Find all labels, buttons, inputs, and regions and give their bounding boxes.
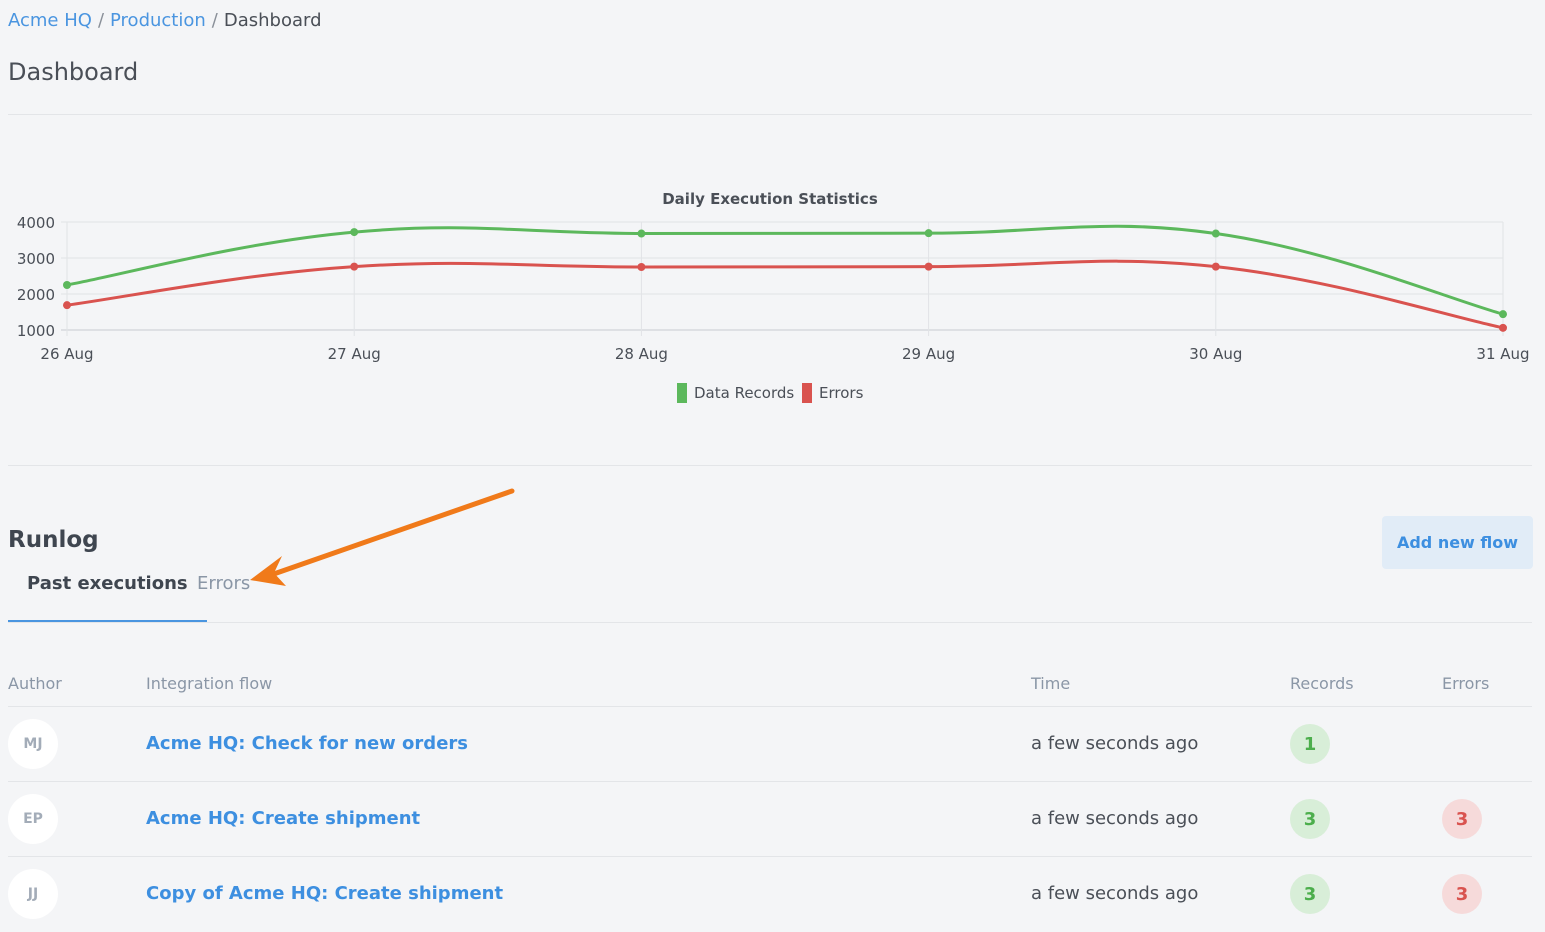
y-tick-label: 4000 xyxy=(17,214,55,232)
breadcrumb-env-link[interactable]: Production xyxy=(110,10,206,31)
execution-time: a few seconds ago xyxy=(1031,808,1199,829)
data-point xyxy=(1211,229,1220,238)
tab-errors[interactable]: Errors xyxy=(178,564,269,620)
table-row[interactable]: EP Acme HQ: Create shipment a few second… xyxy=(8,781,1532,857)
section-divider xyxy=(8,114,1532,115)
data-point xyxy=(924,262,933,271)
column-header-errors: Errors xyxy=(1442,674,1490,693)
integration-flow-link[interactable]: Acme HQ: Check for new orders xyxy=(146,733,468,754)
data-point xyxy=(1211,262,1220,271)
x-tick-label: 27 Aug xyxy=(328,345,381,363)
data-point xyxy=(350,262,359,271)
column-header-records: Records xyxy=(1290,674,1354,693)
x-tick-label: 30 Aug xyxy=(1189,345,1242,363)
legend-swatch xyxy=(677,383,687,403)
y-tick-label: 3000 xyxy=(17,250,55,268)
chart-axes: 4000 3000 2000 1000 26 Aug 27 Aug 28 Aug 29 Aug… xyxy=(17,214,1530,363)
integration-flow-link[interactable]: Acme HQ: Create shipment xyxy=(146,808,420,829)
add-new-flow-button[interactable]: Add new flow xyxy=(1382,516,1533,569)
chart-title: Daily Execution Statistics xyxy=(662,190,878,208)
data-point xyxy=(63,301,71,310)
chart-grid xyxy=(61,221,1504,336)
legend-label: Errors xyxy=(819,384,864,402)
x-tick-label: 31 Aug xyxy=(1476,345,1529,363)
legend-swatch xyxy=(802,383,812,403)
x-tick-label: 26 Aug xyxy=(40,345,93,363)
breadcrumb-separator: / xyxy=(211,10,218,31)
series-line xyxy=(66,224,1504,316)
records-count-badge: 3 xyxy=(1290,799,1330,839)
runlog-title: Runlog xyxy=(8,527,99,553)
avatar: JJ xyxy=(8,869,58,919)
chart-series xyxy=(63,224,1507,332)
series-line xyxy=(66,259,1504,330)
avatar: MJ xyxy=(8,719,58,769)
breadcrumb: Acme HQ / Production / Dashboard xyxy=(8,9,322,33)
errors-count-badge: 3 xyxy=(1442,799,1482,839)
tabs-divider xyxy=(8,622,1532,623)
page-title: Dashboard xyxy=(8,58,139,86)
breadcrumb-separator: / xyxy=(97,10,105,31)
data-point xyxy=(637,229,646,238)
chart-svg: Daily Execution Statistics 4000 3000 2000 1… xyxy=(17,190,1530,403)
execution-time: a few seconds ago xyxy=(1031,733,1199,754)
x-tick-label: 28 Aug xyxy=(615,345,668,363)
x-tick-label: 29 Aug xyxy=(902,345,955,363)
table-row[interactable]: JJ Copy of Acme HQ: Create shipment a fe… xyxy=(8,856,1532,932)
records-count-badge: 3 xyxy=(1290,874,1330,914)
execution-time: a few seconds ago xyxy=(1031,883,1199,904)
data-point xyxy=(637,263,646,271)
tab-past-executions[interactable]: Past executions xyxy=(8,564,207,623)
data-point xyxy=(350,228,359,237)
legend-label: Data Records xyxy=(694,384,794,402)
data-point xyxy=(63,281,71,289)
chart-legend: Data Records Errors xyxy=(677,383,864,403)
breadcrumb-org-link[interactable]: Acme HQ xyxy=(8,10,92,31)
column-header-author: Author xyxy=(8,674,62,693)
y-tick-label: 2000 xyxy=(17,286,55,304)
section-divider xyxy=(8,465,1532,466)
avatar: EP xyxy=(8,794,58,844)
integration-flow-link[interactable]: Copy of Acme HQ: Create shipment xyxy=(146,883,503,904)
column-header-integration-flow: Integration flow xyxy=(146,674,273,693)
y-tick-label: 1000 xyxy=(17,322,55,340)
daily-execution-chart: Daily Execution Statistics 4000 3000 2000 1… xyxy=(0,180,1545,420)
records-count-badge: 1 xyxy=(1290,724,1330,764)
breadcrumb-current: Dashboard xyxy=(223,10,322,31)
column-header-time: Time xyxy=(1031,674,1071,693)
data-point xyxy=(1499,310,1507,319)
errors-count-badge: 3 xyxy=(1442,874,1482,914)
data-point xyxy=(1499,323,1507,332)
data-point xyxy=(924,229,933,238)
table-row[interactable]: MJ Acme HQ: Check for new orders a few s… xyxy=(8,706,1532,782)
runlog-tabs: Past executions Errors xyxy=(8,564,1532,623)
